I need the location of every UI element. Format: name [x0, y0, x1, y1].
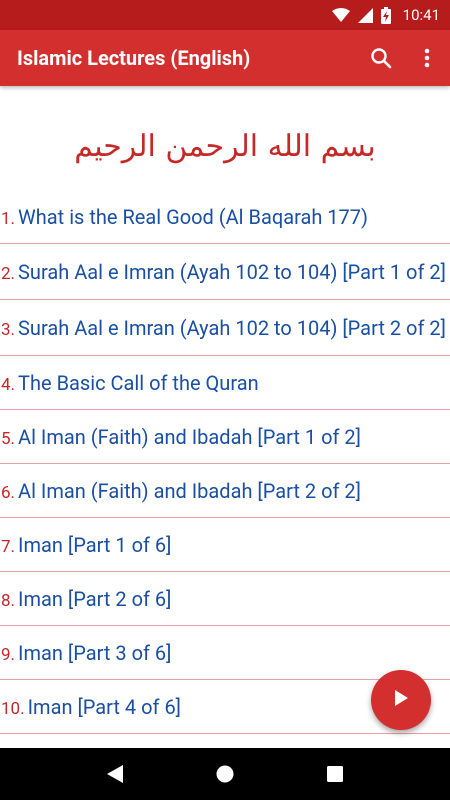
lecture-title: Surah Aal e Imran (Ayah 102 to 104) [Par… — [18, 315, 446, 340]
lecture-list: 1. What is the Real Good (Al Baqarah 177)… — [0, 190, 450, 734]
lecture-item[interactable]: 2. Surah Aal e Imran (Ayah 102 to 104) [P… — [0, 244, 450, 300]
lecture-number: 2. — [1, 263, 16, 284]
lecture-item[interactable]: 4. The Basic Call of the Quran — [0, 356, 450, 410]
lecture-number: 8. — [1, 590, 16, 611]
navigation-bar — [0, 748, 450, 800]
lecture-item[interactable]: 7. Iman [Part 1 of 6] — [0, 518, 450, 572]
lecture-title: Surah Aal e Imran (Ayah 102 to 104) [Par… — [18, 259, 446, 284]
lecture-title: Iman [Part 3 of 6] — [18, 640, 172, 665]
wifi-icon — [331, 8, 350, 22]
app-title: Islamic Lectures (English) — [17, 46, 251, 70]
lecture-title: Al Iman (Faith) and Ibadah [Part 2 of 2] — [18, 478, 361, 503]
home-icon[interactable] — [205, 754, 245, 794]
lecture-item[interactable]: 9. Iman [Part 3 of 6] — [0, 626, 450, 680]
lecture-number: 6. — [1, 482, 16, 503]
play-icon — [394, 690, 408, 710]
more-vert-icon[interactable] — [404, 30, 450, 86]
lecture-title: Iman [Part 1 of 6] — [18, 532, 172, 557]
battery-charging-icon — [380, 6, 391, 24]
bismillah-text: بسم الله الرحمن الرحيم — [74, 128, 376, 164]
bismillah-calligraphy: بسم الله الرحمن الرحيم — [0, 86, 450, 190]
lecture-title: Iman [Part 2 of 6] — [18, 586, 172, 611]
lecture-item[interactable]: 6. Al Iman (Faith) and Ibadah [Part 2 of … — [0, 464, 450, 518]
lecture-item[interactable]: 1. What is the Real Good (Al Baqarah 177) — [0, 190, 450, 244]
status-bar: 10:41 — [0, 0, 450, 30]
back-icon[interactable] — [95, 754, 135, 794]
lecture-title: Iman [Part 4 of 6] — [27, 694, 181, 719]
lecture-title: What is the Real Good (Al Baqarah 177) — [18, 204, 368, 229]
lecture-number: 5. — [1, 428, 16, 449]
lecture-number: 7. — [1, 536, 16, 557]
lecture-list-container[interactable]: بسم الله الرحمن الرحيم 1. What is the Rea… — [0, 86, 450, 748]
lecture-number: 9. — [1, 644, 16, 665]
lecture-item[interactable]: 3. Surah Aal e Imran (Ayah 102 to 104) [P… — [0, 300, 450, 356]
lecture-number: 1. — [1, 208, 16, 229]
lecture-item[interactable]: 8. Iman [Part 2 of 6] — [0, 572, 450, 626]
play-fab-button[interactable] — [371, 670, 431, 730]
search-icon[interactable] — [358, 30, 404, 86]
lecture-number: 4. — [1, 374, 16, 395]
lecture-number: 3. — [1, 319, 16, 340]
lecture-title: The Basic Call of the Quran — [18, 370, 259, 395]
status-time: 10:41 — [402, 6, 440, 24]
signal-icon — [357, 7, 373, 23]
lecture-title: Al Iman (Faith) and Ibadah [Part 1 of 2] — [18, 424, 361, 449]
lecture-item[interactable]: 5. Al Iman (Faith) and Ibadah [Part 1 of … — [0, 410, 450, 464]
app-bar: Islamic Lectures (English) — [0, 30, 450, 86]
recents-icon[interactable] — [315, 754, 355, 794]
lecture-number: 10. — [1, 698, 25, 719]
